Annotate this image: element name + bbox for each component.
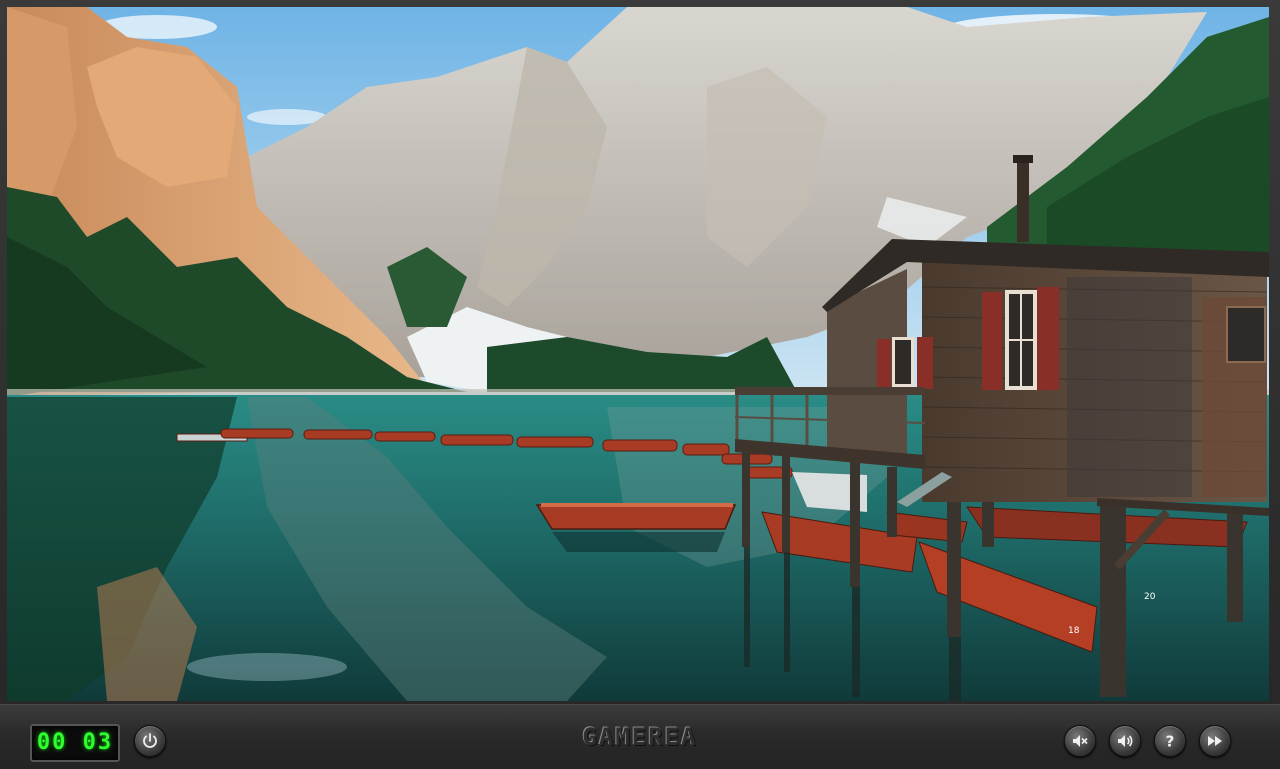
svg-text:?: ? xyxy=(1166,733,1175,751)
game-frame: 18 20 00 03 GAMEREA ? xyxy=(0,0,1280,769)
control-bar: 00 03 GAMEREA ? xyxy=(0,704,1280,769)
mute-button[interactable] xyxy=(1064,725,1096,757)
boat-number-20: 20 xyxy=(1144,592,1156,602)
lake-scene-image[interactable]: 18 20 xyxy=(7,7,1269,701)
help-icon: ? xyxy=(1166,733,1175,751)
fast-forward-icon xyxy=(1208,736,1222,746)
game-scene[interactable]: 18 20 xyxy=(7,7,1269,701)
volume-button[interactable] xyxy=(1109,725,1141,757)
skip-button[interactable] xyxy=(1199,725,1231,757)
volume-icon xyxy=(1118,735,1133,747)
mute-icon xyxy=(1073,735,1088,747)
help-button[interactable]: ? xyxy=(1154,725,1186,757)
boat-number-18: 18 xyxy=(1068,626,1080,636)
